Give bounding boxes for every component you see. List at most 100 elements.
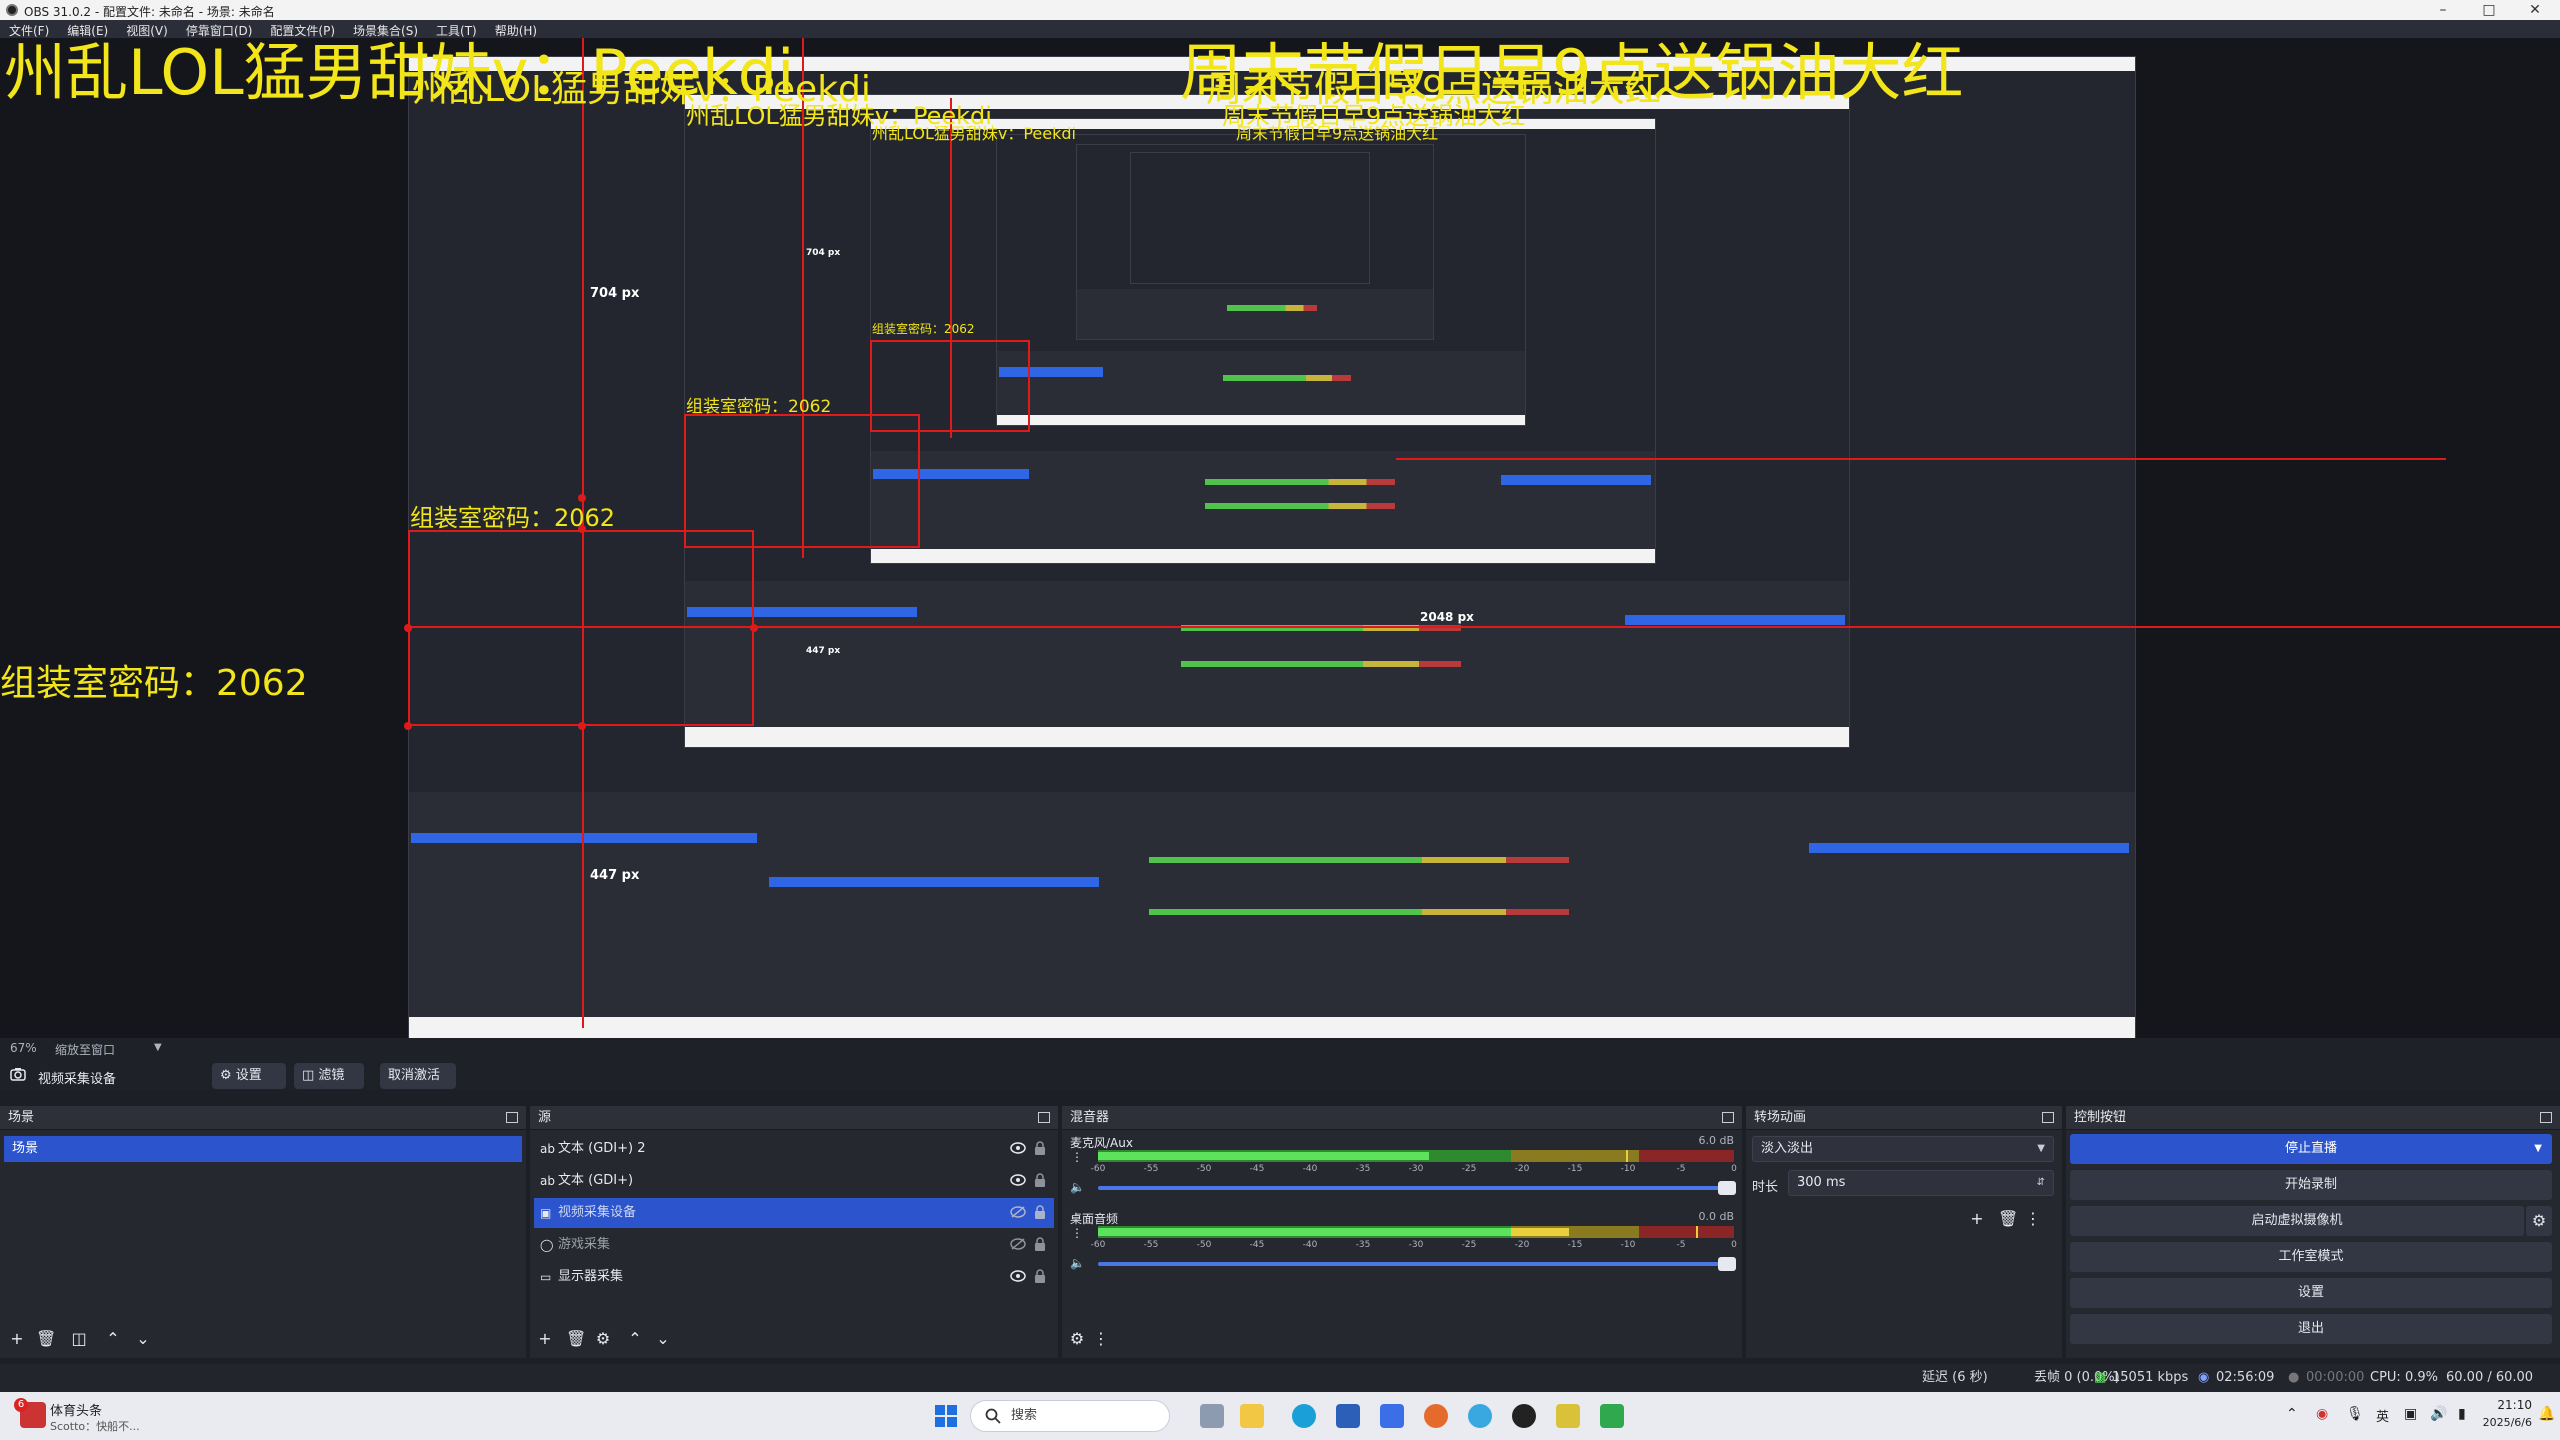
clock-date[interactable]: 2025/6/6: [2466, 1416, 2532, 1429]
speaker-icon[interactable]: 🔈: [1070, 1180, 1085, 1194]
menu-docks[interactable]: 停靠窗口(D): [177, 20, 262, 39]
deactivate-button[interactable]: 取消激活: [380, 1063, 456, 1089]
news-title[interactable]: 体育头条: [50, 1400, 102, 1419]
chevron-up-icon[interactable]: ⌃: [104, 1330, 122, 1348]
undock-icon[interactable]: [2042, 1112, 2054, 1123]
microphone-icon[interactable]: 🎙: [2346, 1406, 2364, 1422]
ime-indicator[interactable]: 英: [2376, 1406, 2389, 1425]
handle-dot[interactable]: [750, 624, 758, 632]
app-icon[interactable]: [1468, 1404, 1492, 1428]
exit-button[interactable]: 退出: [2070, 1314, 2552, 1344]
maximize-icon[interactable]: □: [2466, 0, 2512, 20]
notification-bell-icon[interactable]: 🔔: [2538, 1406, 2555, 1422]
lock-icon[interactable]: [1034, 1173, 1046, 1187]
lock-icon[interactable]: [1034, 1269, 1046, 1283]
slider-handle[interactable]: [1718, 1181, 1736, 1195]
tray-app-icon[interactable]: ◉: [2316, 1406, 2328, 1422]
menu-file[interactable]: 文件(F): [0, 20, 58, 39]
menu-dots-icon[interactable]: ⋮: [1070, 1226, 1084, 1240]
transition-select[interactable]: 淡入淡出 ▼: [1752, 1136, 2054, 1162]
menu-profile[interactable]: 配置文件(P): [261, 20, 344, 39]
preview-canvas[interactable]: 704 px 447 px 704 px 447 px 2048 px 州乱LO…: [0, 38, 2560, 1038]
menu-scene-collection[interactable]: 场景集合(S): [344, 20, 427, 39]
stop-streaming-button[interactable]: 停止直播 ▼: [2070, 1134, 2552, 1164]
store-icon[interactable]: [1336, 1404, 1360, 1428]
source-item-game-capture[interactable]: ◯ 游戏采集: [534, 1230, 1054, 1260]
edge-browser-icon[interactable]: [1292, 1404, 1316, 1428]
eye-hidden-icon[interactable]: [1010, 1206, 1026, 1218]
file-explorer-icon[interactable]: [1240, 1404, 1264, 1428]
app-icon[interactable]: [1556, 1404, 1580, 1428]
eye-icon[interactable]: [1010, 1174, 1026, 1186]
menu-dots-icon[interactable]: ⋮: [2024, 1210, 2042, 1228]
chevron-down-icon[interactable]: ▼: [154, 1042, 162, 1053]
tray-chevron-up-icon[interactable]: ⌃: [2286, 1406, 2298, 1422]
source-item-text-2[interactable]: ab 文本 (GDI+) 2: [534, 1134, 1054, 1164]
eye-icon[interactable]: [1010, 1142, 1026, 1154]
chevron-down-icon[interactable]: ⌄: [654, 1330, 672, 1348]
news-subtitle[interactable]: Scotto：快船不...: [50, 1418, 140, 1434]
undock-icon[interactable]: [506, 1112, 518, 1123]
menu-dots-icon[interactable]: ⋮: [1070, 1150, 1084, 1164]
source-filters-button[interactable]: ◫ 滤镜: [294, 1063, 364, 1089]
start-recording-button[interactable]: 开始录制: [2070, 1170, 2552, 1200]
taskbar-search[interactable]: 搜索: [970, 1400, 1170, 1432]
zoom-mode-select[interactable]: 缩放至窗口: [55, 1041, 115, 1058]
undock-icon[interactable]: [1038, 1112, 1050, 1123]
lock-icon[interactable]: [1034, 1205, 1046, 1219]
task-view-icon[interactable]: [1200, 1404, 1224, 1428]
network-icon[interactable]: ▣: [2404, 1406, 2417, 1422]
source-item-display-capture[interactable]: ▭ 显示器采集: [534, 1262, 1054, 1292]
menu-tools[interactable]: 工具(T): [427, 20, 486, 39]
source-settings-button[interactable]: ⚙ 设置: [212, 1063, 286, 1089]
duration-spinbox[interactable]: 300 ms ⇵: [1788, 1170, 2054, 1196]
windows-start-icon[interactable]: [934, 1404, 958, 1428]
lock-icon[interactable]: [1034, 1237, 1046, 1251]
chevron-down-icon[interactable]: ▼: [2534, 1134, 2542, 1164]
meter-tick-label: 0: [1731, 1240, 1737, 1250]
app-icon[interactable]: [1380, 1404, 1404, 1428]
eye-icon[interactable]: [1010, 1270, 1026, 1282]
handle-dot[interactable]: [578, 722, 586, 730]
filter-icon[interactable]: ◫: [70, 1330, 88, 1348]
studio-mode-button[interactable]: 工作室模式: [2070, 1242, 2552, 1272]
settings-button[interactable]: 设置: [2070, 1278, 2552, 1308]
chevron-down-icon[interactable]: ⌄: [134, 1330, 152, 1348]
source-item-text[interactable]: ab 文本 (GDI+): [534, 1166, 1054, 1196]
app-icon[interactable]: [1424, 1404, 1448, 1428]
menu-view[interactable]: 视图(V): [117, 20, 177, 39]
undock-icon[interactable]: [1722, 1112, 1734, 1123]
menu-help[interactable]: 帮助(H): [486, 20, 546, 39]
volume-icon[interactable]: 🔊: [2430, 1406, 2447, 1422]
gear-icon[interactable]: ⚙: [2526, 1206, 2552, 1236]
battery-icon[interactable]: ▮: [2458, 1406, 2466, 1422]
volume-slider[interactable]: [1098, 1181, 1736, 1195]
chevron-up-icon[interactable]: ⌃: [626, 1330, 644, 1348]
source-item-video-capture[interactable]: ▣ 视频采集设备: [534, 1198, 1054, 1228]
slider-handle[interactable]: [1718, 1257, 1736, 1271]
add-icon[interactable]: +: [8, 1330, 26, 1348]
gear-icon[interactable]: ⚙: [594, 1330, 612, 1348]
add-icon[interactable]: +: [536, 1330, 554, 1348]
volume-slider[interactable]: [1098, 1257, 1736, 1271]
start-virtual-camera-button[interactable]: 启动虚拟摄像机: [2070, 1206, 2524, 1236]
close-icon[interactable]: ✕: [2512, 0, 2558, 20]
trash-icon[interactable]: 🗑: [566, 1330, 586, 1348]
app-icon[interactable]: [1600, 1404, 1624, 1428]
obs-app-icon[interactable]: [1512, 1404, 1536, 1428]
menu-dots-icon[interactable]: ⋮: [1092, 1330, 1110, 1348]
trash-icon[interactable]: 🗑: [36, 1330, 56, 1348]
lock-icon[interactable]: [1034, 1141, 1046, 1155]
handle-dot[interactable]: [404, 624, 412, 632]
add-icon[interactable]: +: [1968, 1210, 1986, 1228]
scene-item[interactable]: 场景: [4, 1136, 522, 1162]
minimize-icon[interactable]: –: [2420, 0, 2466, 20]
trash-icon[interactable]: 🗑: [1998, 1210, 2018, 1228]
speaker-icon[interactable]: 🔈: [1070, 1256, 1085, 1270]
undock-icon[interactable]: [2540, 1112, 2552, 1123]
advanced-audio-icon[interactable]: ⚙: [1068, 1330, 1086, 1348]
clock-time[interactable]: 21:10: [2482, 1398, 2532, 1412]
menu-edit[interactable]: 编辑(E): [58, 20, 117, 39]
eye-hidden-icon[interactable]: [1010, 1238, 1026, 1250]
handle-dot[interactable]: [404, 722, 412, 730]
